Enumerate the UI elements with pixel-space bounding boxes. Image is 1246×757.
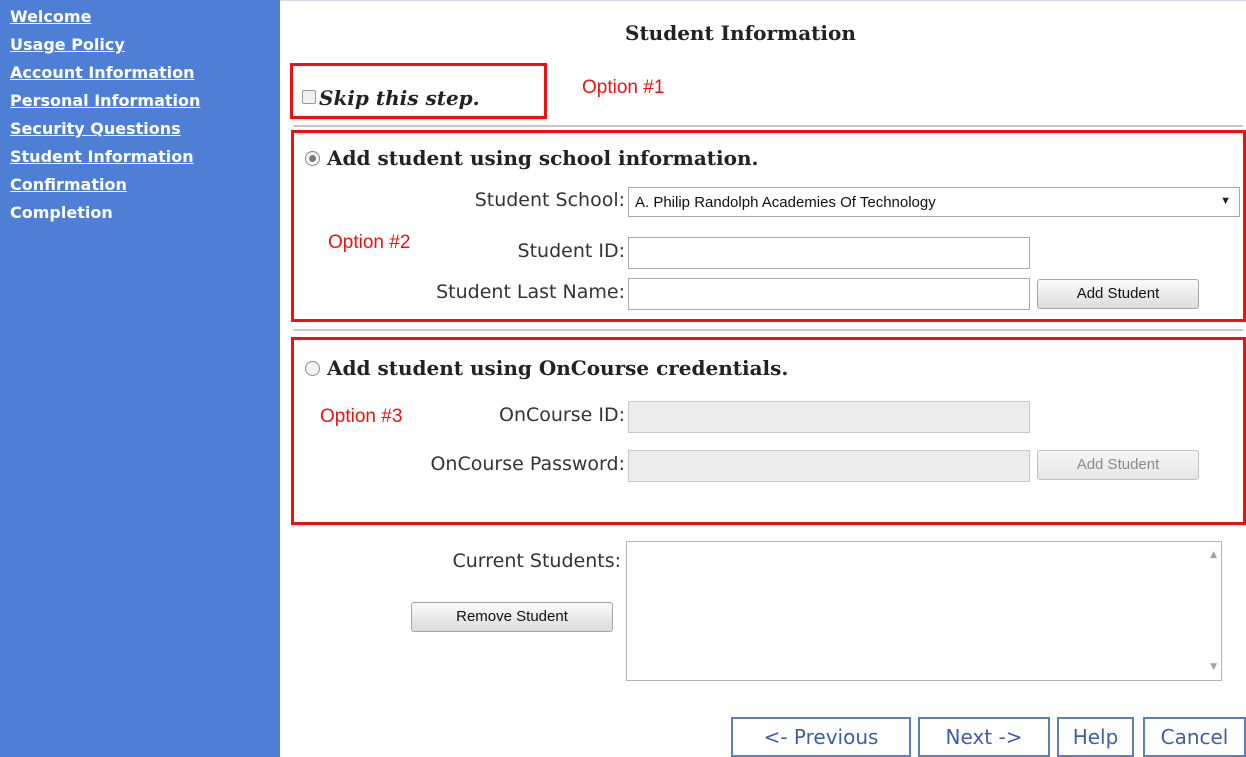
scroll-down-icon[interactable]: ▼ bbox=[1210, 662, 1217, 672]
main-content: Student Information Skip this step. Opti… bbox=[281, 0, 1246, 757]
option2-annotation: Option #2 bbox=[328, 232, 411, 253]
sidebar-item-personal-information[interactable]: Personal Information bbox=[10, 91, 200, 110]
cancel-button[interactable]: Cancel bbox=[1143, 717, 1246, 757]
sidebar-nav: Welcome Usage Policy Account Information… bbox=[0, 0, 280, 757]
skip-step-label: Skip this step. bbox=[319, 86, 480, 110]
student-id-label: Student ID: bbox=[517, 240, 625, 262]
current-students-list[interactable]: ▲ ▼ bbox=[626, 541, 1222, 681]
wizard-steps: Welcome Usage Policy Account Information… bbox=[0, 0, 280, 232]
sidebar-item-account-information[interactable]: Account Information bbox=[10, 63, 195, 82]
divider bbox=[293, 329, 1243, 331]
sidebar-item-welcome[interactable]: Welcome bbox=[10, 7, 91, 26]
add-student-button[interactable]: Add Student bbox=[1037, 279, 1199, 309]
help-button[interactable]: Help bbox=[1057, 717, 1134, 757]
student-lastname-input[interactable] bbox=[628, 278, 1030, 310]
page-title: Student Information bbox=[625, 21, 856, 45]
sidebar-item-security-questions[interactable]: Security Questions bbox=[10, 119, 181, 138]
student-lastname-label: Student Last Name: bbox=[436, 281, 625, 303]
oncourse-password-label: OnCourse Password: bbox=[430, 453, 625, 475]
school-info-radio[interactable] bbox=[305, 151, 320, 166]
option1-annotation: Option #1 bbox=[582, 77, 665, 98]
student-id-input[interactable] bbox=[628, 237, 1030, 269]
oncourse-id-label: OnCourse ID: bbox=[498, 404, 625, 426]
add-oncourse-student-button[interactable]: Add Student bbox=[1037, 450, 1199, 480]
sidebar-item-confirmation[interactable]: Confirmation bbox=[10, 175, 127, 194]
current-students-label: Current Students: bbox=[452, 550, 622, 572]
student-school-label: Student School: bbox=[474, 189, 625, 211]
option3-annotation: Option #3 bbox=[320, 406, 403, 427]
sidebar-item-usage-policy[interactable]: Usage Policy bbox=[10, 35, 125, 54]
student-school-select[interactable]: A. Philip Randolph Academies Of Technolo… bbox=[628, 187, 1240, 217]
next-button[interactable]: Next -> bbox=[918, 717, 1050, 757]
oncourse-password-input[interactable] bbox=[628, 450, 1030, 482]
scroll-up-icon[interactable]: ▲ bbox=[1210, 550, 1217, 560]
previous-button[interactable]: <- Previous bbox=[731, 717, 911, 757]
divider bbox=[293, 125, 1243, 127]
oncourse-id-input[interactable] bbox=[628, 401, 1030, 433]
oncourse-radio[interactable] bbox=[305, 361, 320, 376]
remove-student-button[interactable]: Remove Student bbox=[411, 602, 613, 632]
chevron-down-icon: ▼ bbox=[1220, 195, 1231, 207]
skip-step-checkbox[interactable] bbox=[302, 90, 316, 104]
sidebar-item-completion: Completion bbox=[10, 203, 113, 222]
listbox-scrollbar[interactable]: ▲ ▼ bbox=[1203, 542, 1221, 680]
student-school-value: A. Philip Randolph Academies Of Technolo… bbox=[635, 194, 936, 211]
sidebar-item-student-information[interactable]: Student Information bbox=[10, 147, 194, 166]
school-info-title: Add student using school information. bbox=[327, 146, 759, 170]
oncourse-title: Add student using OnCourse credentials. bbox=[327, 356, 789, 380]
